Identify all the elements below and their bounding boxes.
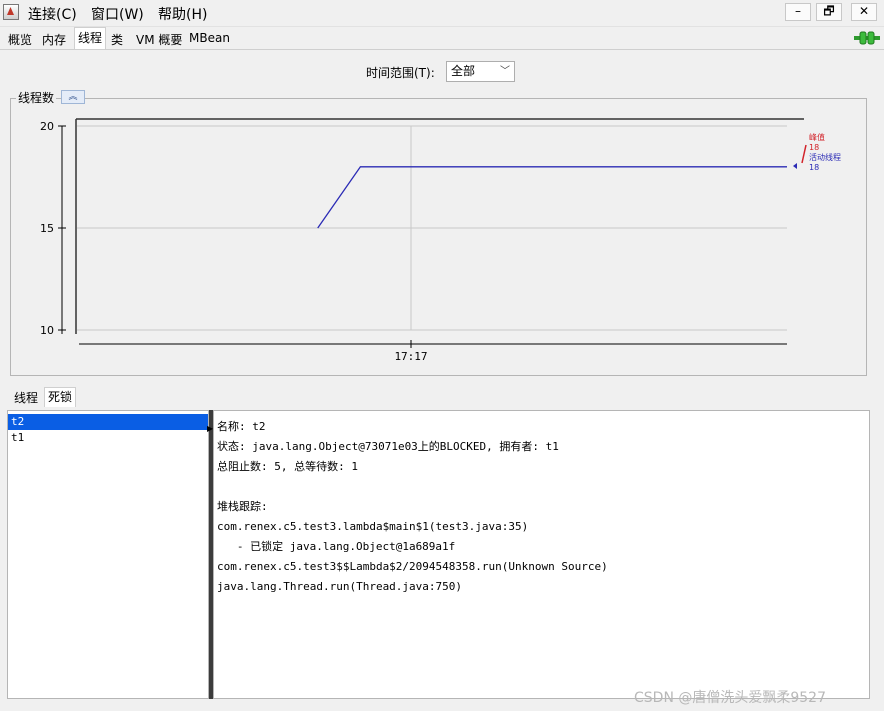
chart-series (317, 166, 787, 229)
thread-name: 名称: t2 (217, 420, 266, 433)
thread-detail: 名称: t2 状态: java.lang.Object@73071e03上的BL… (213, 410, 870, 699)
value-pointer-icon (793, 163, 797, 169)
y-tick-label: 20 (40, 120, 54, 133)
thread-counts: 总阻止数: 5, 总等待数: 1 (217, 460, 358, 473)
y-tick-label: 10 (40, 324, 54, 337)
legend-active-value: 18 (809, 163, 819, 172)
list-item[interactable]: t1 (8, 430, 208, 446)
legend-active-label: 活动线程 (809, 152, 841, 162)
series-line-active-threads (317, 166, 787, 229)
thread-state: 状态: java.lang.Object@73071e03上的BLOCKED, … (217, 440, 559, 453)
legend-peak-value: 18 (809, 143, 819, 152)
chart-legend: 峰值18活动线程18 (793, 132, 841, 172)
chart-grid (77, 125, 787, 331)
tab-deadlock[interactable]: 死锁 (44, 387, 77, 407)
stack-frame: com.renex.c5.test3.lambda$main$1(test3.j… (217, 520, 529, 533)
x-axis: 17:17 (394, 340, 428, 363)
x-tick-label: 17:17 (394, 350, 427, 363)
tab-thread-list[interactable]: 线程 (14, 389, 38, 406)
list-item[interactable]: t2 (8, 414, 208, 430)
watermark: CSDN @唐僧洗头爱飘柔9527 (634, 690, 826, 706)
peak-marker-line (801, 144, 807, 164)
chart-frame (61, 118, 804, 345)
thread-list[interactable]: t2 t1 (7, 410, 209, 699)
legend-peak-label: 峰值 (809, 132, 825, 142)
y-tick-label: 15 (40, 222, 54, 235)
stack-trace-header: 堆栈跟踪: (217, 500, 268, 513)
stack-frame: com.renex.c5.test3$$Lambda$2/2094548358.… (217, 560, 608, 573)
stack-frame: - 已锁定 java.lang.Object@1a689a1f (217, 540, 456, 553)
stack-frame: java.lang.Thread.run(Thread.java:750) (217, 580, 463, 593)
